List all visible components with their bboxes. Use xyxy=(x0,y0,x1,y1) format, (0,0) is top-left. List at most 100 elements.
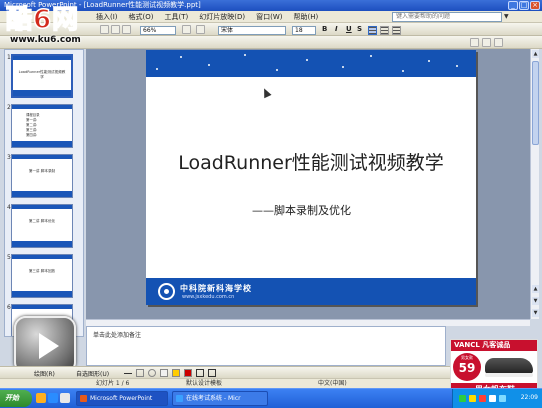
task-exam-system[interactable]: 在线考试系统 - Micr xyxy=(172,391,268,406)
menu-tools[interactable]: 工具(T) xyxy=(165,12,189,22)
school-url: www.jsxkedu.com.cn xyxy=(182,294,235,300)
slide-top-band xyxy=(146,50,476,77)
logo-text: 酷6网 xyxy=(5,5,80,35)
font-size-select[interactable]: 18 xyxy=(292,26,316,35)
help-search-input[interactable]: 键入需要帮助的问题 xyxy=(392,12,502,22)
thumb-band xyxy=(12,255,72,259)
status-bar: 幻灯片 1 / 6 默认设计模板 中文(中国) xyxy=(0,378,450,388)
textbox-tool-icon[interactable] xyxy=(160,369,168,377)
zoom-select[interactable]: 66% xyxy=(140,26,176,35)
tray-icon[interactable] xyxy=(479,395,486,402)
thumb-band xyxy=(12,205,72,209)
star-decoration xyxy=(180,56,182,58)
align-right-icon[interactable] xyxy=(392,26,401,35)
ie-icon xyxy=(176,395,183,402)
open-icon[interactable] xyxy=(111,25,120,34)
task-powerpoint[interactable]: Microsoft PowerPoint xyxy=(76,391,168,406)
star-decoration xyxy=(156,68,158,70)
slide-canvas[interactable]: LoadRunner性能测试视频教学 ——脚本录制及优化 中科院新科海学校 ww… xyxy=(146,50,476,305)
thumb-line: 第四讲: xyxy=(26,133,38,137)
tray-icon[interactable] xyxy=(459,395,466,402)
tray-icon[interactable] xyxy=(469,395,476,402)
slide-thumbnail-1[interactable]: LoadRunner性能测试视频教学 xyxy=(11,54,73,98)
system-tray: 22:09 xyxy=(452,389,542,408)
task-label: Microsoft PowerPoint xyxy=(90,395,153,402)
help-dropdown-icon[interactable]: ▼ xyxy=(504,13,509,20)
shadow-button[interactable]: S xyxy=(357,25,362,33)
align-left-icon[interactable] xyxy=(368,26,377,35)
thumb-text: 第一讲 脚本录制 xyxy=(28,169,56,173)
vertical-scrollbar[interactable]: ▲ ▲ ▼ ▼ xyxy=(530,49,539,319)
start-button[interactable]: 开始 xyxy=(0,390,32,407)
tray-icon[interactable] xyxy=(499,395,506,402)
scroll-prev-slide-icon[interactable]: ▲ xyxy=(532,285,539,293)
italic-button[interactable]: I xyxy=(335,25,338,33)
format-painter-icon[interactable] xyxy=(196,25,205,34)
ad-brand: VANCL 凡客诚品 xyxy=(451,340,537,351)
vancl-ad[interactable]: VANCL 凡客诚品 男女款 59 男女帆布鞋 xyxy=(450,339,538,395)
scroll-next-slide-icon[interactable]: ▼ xyxy=(532,297,539,305)
notes-pane[interactable]: 单击此处添加备注 xyxy=(86,326,446,366)
design-icon[interactable] xyxy=(470,38,479,47)
thumb-text: 第三讲 脚本回放 xyxy=(28,269,56,273)
scroll-down-icon[interactable]: ▼ xyxy=(532,309,539,317)
rectangle-tool-icon[interactable] xyxy=(136,369,144,377)
quicklaunch-icon[interactable] xyxy=(36,393,46,403)
menu-insert[interactable]: 插入(I) xyxy=(96,12,118,22)
fill-color-icon[interactable] xyxy=(172,369,180,377)
save-icon[interactable] xyxy=(122,25,131,34)
menu-slideshow[interactable]: 幻灯片放映(D) xyxy=(199,12,245,22)
minimize-button[interactable]: _ xyxy=(508,1,518,10)
play-icon xyxy=(39,333,59,359)
font-color-icon[interactable] xyxy=(494,38,503,47)
task-label: 在线考试系统 - Micr xyxy=(186,395,241,402)
tray-icon[interactable] xyxy=(489,395,496,402)
screen: Microsoft PowerPoint - [LoadRunner性能测试视频… xyxy=(0,0,542,408)
ie-icon[interactable] xyxy=(48,393,58,403)
taskbar: 开始 Microsoft PowerPoint 在线考试系统 - Micr 22… xyxy=(0,388,542,408)
bold-button[interactable]: B xyxy=(322,25,327,33)
notes-placeholder: 单击此处添加备注 xyxy=(93,332,142,339)
star-decoration xyxy=(402,70,404,72)
desktop-icon[interactable] xyxy=(60,393,70,403)
line-style-icon[interactable] xyxy=(196,369,204,377)
slide-thumbnail-2[interactable]: 课程目录 第一讲: 第二讲: 第三讲: 第四讲: xyxy=(11,104,73,148)
new-icon[interactable] xyxy=(100,25,109,34)
status-design: 默认设计模板 xyxy=(186,380,223,387)
align-center-icon[interactable] xyxy=(380,26,389,35)
slide-thumbnail-5[interactable]: 第三讲 脚本回放 xyxy=(11,254,73,298)
horizontal-scrollbar[interactable] xyxy=(86,319,530,326)
star-decoration xyxy=(276,69,278,71)
close-button[interactable]: × xyxy=(530,1,540,10)
star-decoration xyxy=(428,60,430,62)
line-color-icon[interactable] xyxy=(184,369,192,377)
window-controls: _ □ × xyxy=(508,1,540,10)
menu-window[interactable]: 窗口(W) xyxy=(256,12,282,22)
thumb-band xyxy=(12,305,72,309)
slide-thumbnail-3[interactable]: 第一讲 脚本录制 xyxy=(11,154,73,198)
thumb-text: LoadRunner性能测试视频教学 xyxy=(18,70,66,79)
shadow-style-icon[interactable] xyxy=(208,369,216,377)
draw-menu[interactable]: 绘图(R) xyxy=(34,369,55,378)
autoshapes-menu[interactable]: 自选图形(U) xyxy=(76,369,109,378)
ku6-logo: 酷6网 www.ku6.com xyxy=(0,0,98,50)
slide-thumbnail-4[interactable]: 第二讲 脚本优化 xyxy=(11,204,73,248)
new-slide-icon[interactable] xyxy=(482,38,491,47)
help-icon[interactable] xyxy=(182,25,191,34)
font-name-select[interactable]: 宋体 xyxy=(218,26,286,35)
slide-thumbnail-panel: 1 LoadRunner性能测试视频教学 2 课程目录 第一讲: 第二讲: 第三… xyxy=(4,49,84,337)
logo-suffix: 网 xyxy=(51,5,80,35)
menu-help[interactable]: 帮助(H) xyxy=(294,12,319,22)
scroll-up-icon[interactable]: ▲ xyxy=(532,50,539,58)
oval-tool-icon[interactable] xyxy=(148,369,156,377)
logo-url: www.ku6.com xyxy=(10,35,81,45)
underline-button[interactable]: U xyxy=(346,25,352,33)
slide-title[interactable]: LoadRunner性能测试视频教学 xyxy=(146,148,476,175)
maximize-button[interactable]: □ xyxy=(519,1,529,10)
scroll-thumb[interactable] xyxy=(532,61,539,145)
star-decoration xyxy=(244,54,246,56)
slide-subtitle[interactable]: ——脚本录制及优化 xyxy=(252,202,351,218)
drawing-toolbar: 绘图(R) 自选图形(U) xyxy=(0,366,450,378)
shoe-image xyxy=(485,358,533,377)
menu-format[interactable]: 格式(O) xyxy=(129,12,154,22)
